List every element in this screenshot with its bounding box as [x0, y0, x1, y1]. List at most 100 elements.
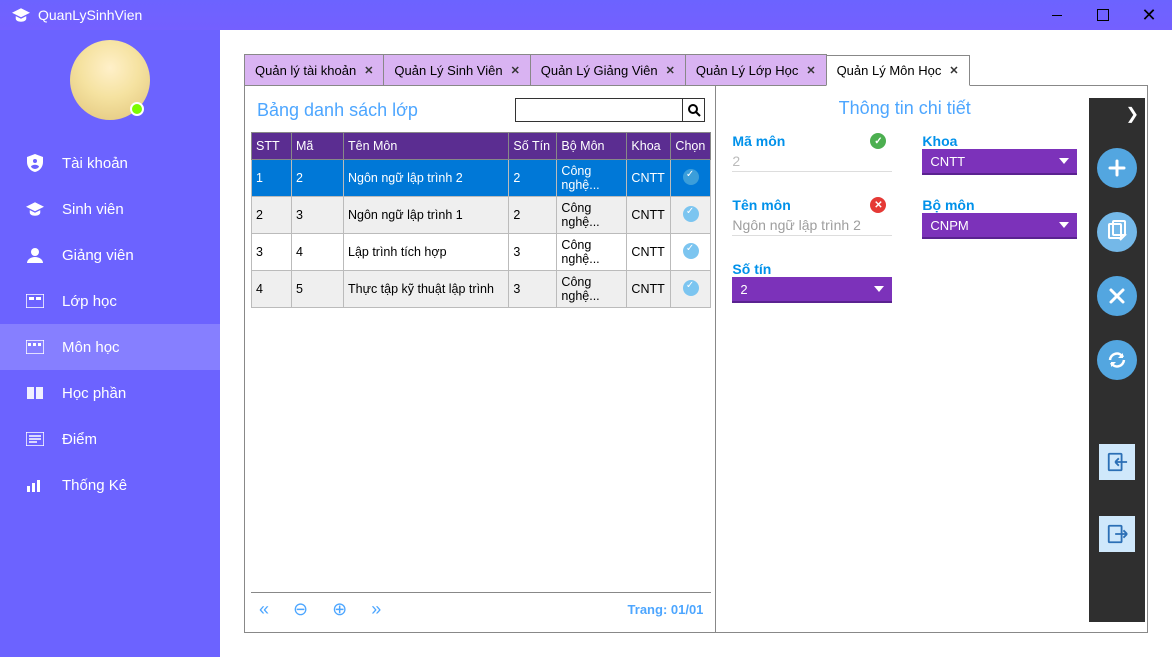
app-title: QuanLySinhVien	[38, 7, 142, 23]
pager-page-text: Trang: 01/01	[628, 602, 704, 617]
close-button[interactable]: ✕	[1126, 0, 1172, 30]
label-khoa: Khoa	[922, 133, 957, 149]
tab-label: Quản Lý Môn Học	[837, 63, 942, 78]
sidebar-item-label: Tài khoản	[62, 155, 128, 172]
search-button[interactable]	[682, 99, 704, 121]
cell-ma: 2	[292, 160, 344, 197]
tab-quan-ly-tai-khoan[interactable]: Quản lý tài khoản ✕	[244, 54, 384, 85]
duplicate-button[interactable]	[1097, 212, 1137, 252]
value-ten-mon[interactable]: Ngôn ngữ lập trình 2	[732, 217, 892, 236]
table-row[interactable]: 3 4 Lập trình tích hợp 3 Công nghệ... CN…	[252, 234, 711, 271]
field-khoa: Khoa CNTT	[922, 133, 1077, 175]
cell-stt: 4	[252, 271, 292, 308]
cell-khoa: CNTT	[627, 197, 671, 234]
select-so-tin[interactable]: 2	[732, 277, 892, 303]
tab-close-icon[interactable]: ✕	[806, 64, 815, 77]
cell-ten: Lập trình tích hợp	[344, 234, 509, 271]
tab-quan-ly-sinh-vien[interactable]: Quản Lý Sinh Viên ✕	[383, 54, 530, 85]
export-button[interactable]	[1099, 516, 1135, 552]
refresh-button[interactable]	[1097, 340, 1137, 380]
tab-label: Quản Lý Sinh Viên	[394, 63, 502, 78]
add-button[interactable]	[1097, 148, 1137, 188]
avatar[interactable]	[70, 40, 150, 120]
column-header-khoa[interactable]: Khoa	[627, 133, 671, 160]
plus-icon	[1106, 157, 1128, 179]
sidebar: Tài khoản Sinh viên Giảng viên Lớp học M…	[0, 30, 220, 657]
sidebar-item-sinh-vien[interactable]: Sinh viên	[0, 186, 220, 232]
sidebar-item-mon-hoc[interactable]: Môn học	[0, 324, 220, 370]
column-header-stt[interactable]: STT	[252, 133, 292, 160]
column-header-chon[interactable]: Chọn	[671, 133, 711, 160]
tab-quan-ly-giang-vien[interactable]: Quản Lý Giảng Viên ✕	[530, 54, 686, 85]
cell-sotin: 2	[509, 160, 557, 197]
column-header-ma[interactable]: Mã	[292, 133, 344, 160]
sidebar-item-label: Lớp học	[62, 293, 117, 310]
cell-chon[interactable]	[671, 197, 711, 234]
sidebar-item-label: Môn học	[62, 339, 120, 356]
table-row[interactable]: 4 5 Thực tập kỹ thuật lập trình 3 Công n…	[252, 271, 711, 308]
cell-stt: 1	[252, 160, 292, 197]
search-box	[515, 98, 705, 122]
tab-close-icon[interactable]: ✕	[364, 64, 373, 77]
cell-ma: 3	[292, 197, 344, 234]
column-header-bo-mon[interactable]: Bộ Môn	[557, 133, 627, 160]
sidebar-item-thong-ke[interactable]: Thống Kê	[0, 462, 220, 508]
cell-chon[interactable]	[671, 234, 711, 271]
sidebar-item-label: Giảng viên	[62, 247, 134, 264]
delete-button[interactable]	[1097, 276, 1137, 316]
pager-prev-button[interactable]: ⊖	[293, 599, 308, 620]
column-header-ten-mon[interactable]: Tên Môn	[344, 133, 509, 160]
tab-close-icon[interactable]: ✕	[949, 64, 958, 77]
grad-cap-small-icon	[24, 200, 46, 218]
pager-next-button[interactable]: ⊕	[332, 599, 347, 620]
cell-bomon: Công nghệ...	[557, 271, 627, 308]
tab-quan-ly-mon-hoc[interactable]: Quản Lý Môn Học ✕	[826, 55, 970, 86]
cell-sotin: 3	[509, 234, 557, 271]
field-ma-mon: Mã môn ✓ 2	[732, 133, 892, 175]
sidebar-item-lop-hoc[interactable]: Lớp học	[0, 278, 220, 324]
minimize-button[interactable]	[1034, 0, 1080, 30]
expand-strip-button[interactable]: ❯	[1126, 104, 1145, 124]
table-row[interactable]: 2 3 Ngôn ngữ lập trình 1 2 Công nghệ... …	[252, 197, 711, 234]
online-status-icon	[130, 102, 144, 116]
select-khoa[interactable]: CNTT	[922, 149, 1077, 175]
tab-close-icon[interactable]: ✕	[511, 64, 520, 77]
field-ten-mon: Tên môn ✕ Ngôn ngữ lập trình 2	[732, 197, 892, 239]
maximize-button[interactable]	[1080, 0, 1126, 30]
tab-bar: Quản lý tài khoản ✕ Quản Lý Sinh Viên ✕ …	[244, 54, 1148, 86]
pager-last-button[interactable]: »	[371, 599, 381, 620]
sidebar-item-tai-khoan[interactable]: Tài khoản	[0, 140, 220, 186]
tab-label: Quản lý tài khoản	[255, 63, 356, 78]
table-row[interactable]: 1 2 Ngôn ngữ lập trình 2 2 Công nghệ... …	[252, 160, 711, 197]
search-icon	[687, 103, 701, 117]
tab-close-icon[interactable]: ✕	[666, 64, 675, 77]
sidebar-item-hoc-phan[interactable]: Học phần	[0, 370, 220, 416]
select-bo-mon[interactable]: CNPM	[922, 213, 1077, 239]
sidebar-item-giang-vien[interactable]: Giảng viên	[0, 232, 220, 278]
search-input[interactable]	[516, 99, 682, 121]
tab-label: Quản Lý Lớp Học	[696, 63, 798, 78]
pager-first-button[interactable]: «	[259, 599, 269, 620]
main-panel: Bảng danh sách lớp STT Mã Tên Môn	[244, 86, 1148, 633]
book-icon	[24, 384, 46, 402]
shield-user-icon	[24, 154, 46, 172]
value-ma-mon[interactable]: 2	[732, 153, 892, 172]
cell-chon[interactable]	[671, 160, 711, 197]
refresh-icon	[1107, 350, 1127, 370]
cell-chon[interactable]	[671, 271, 711, 308]
column-header-so-tin[interactable]: Số Tín	[509, 133, 557, 160]
window-title-bar: QuanLySinhVien	[0, 0, 1172, 30]
import-button[interactable]	[1099, 444, 1135, 480]
field-bo-mon: Bộ môn CNPM	[922, 197, 1077, 239]
pager-bar: « ⊖ ⊕ » Trang: 01/01	[251, 592, 711, 626]
label-ma-mon: Mã môn	[732, 133, 785, 149]
cell-bomon: Công nghệ...	[557, 234, 627, 271]
sidebar-item-label: Điểm	[62, 431, 97, 448]
tab-quan-ly-lop-hoc[interactable]: Quản Lý Lớp Học ✕	[685, 54, 827, 85]
user-icon	[24, 246, 46, 264]
cell-stt: 3	[252, 234, 292, 271]
arrow-in-icon	[1106, 451, 1128, 473]
score-icon	[24, 430, 46, 448]
cell-ten: Thực tập kỹ thuật lập trình	[344, 271, 509, 308]
sidebar-item-diem[interactable]: Điểm	[0, 416, 220, 462]
